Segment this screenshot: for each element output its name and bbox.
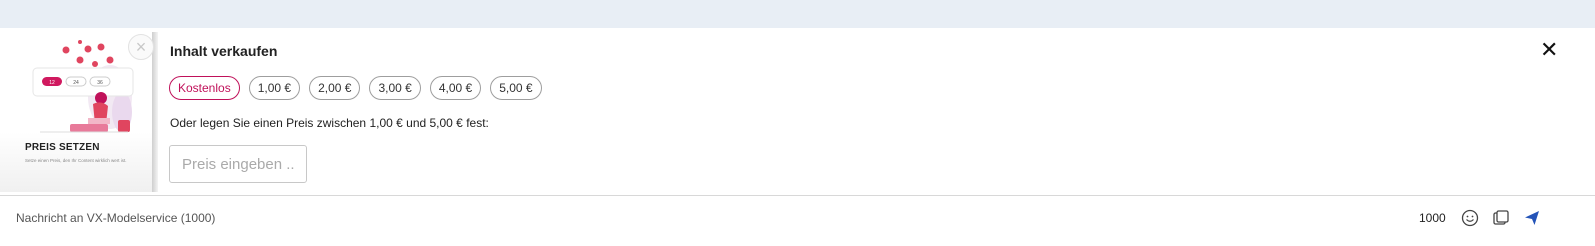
send-icon[interactable] — [1522, 208, 1542, 228]
top-bar — [0, 0, 1595, 28]
gallery-icon[interactable] — [1491, 208, 1511, 228]
price-option-4[interactable]: 4,00 € — [429, 76, 482, 100]
price-input[interactable] — [169, 145, 307, 183]
message-input[interactable]: Nachricht an VX-Modelservice (1000) — [16, 211, 215, 225]
price-option-1[interactable]: 1,00 € — [248, 76, 301, 100]
close-icon[interactable]: ✕ — [1540, 39, 1558, 61]
promo-card-description: Setze einen Preis, den Ihr Content wirkl… — [25, 158, 127, 163]
illustration-chip-1: 12 — [49, 80, 55, 86]
price-option-2[interactable]: 2,00 € — [309, 76, 361, 100]
illustration-chip-3: 36 — [97, 80, 103, 86]
price-option-5[interactable]: 5,00 € — [490, 76, 542, 100]
illustration-chip-2: 24 — [73, 80, 79, 86]
price-option-3[interactable]: 3,00 € — [369, 76, 421, 100]
message-composer: Nachricht an VX-Modelservice (1000) 1000 — [0, 197, 1595, 241]
panel-title: Inhalt verkaufen — [170, 43, 278, 59]
price-hint: Oder legen Sie einen Preis zwischen 1,00… — [170, 116, 489, 130]
price-option-free[interactable]: Kostenlos — [169, 76, 240, 100]
promo-card: 12 24 36 PREIS SETZEN Setze einen Preis,… — [0, 32, 152, 192]
card-divider — [152, 32, 158, 192]
char-counter: 1000 — [1419, 211, 1446, 225]
sell-content-panel: 12 24 36 PREIS SETZEN Setze einen Preis,… — [0, 28, 1595, 196]
promo-card-title: PREIS SETZEN — [25, 142, 100, 153]
emoji-icon[interactable] — [1460, 208, 1480, 228]
circle-close-icon[interactable]: × — [128, 34, 154, 60]
price-options: Kostenlos 1,00 € 2,00 € 3,00 € 4,00 € 5,… — [169, 76, 542, 100]
